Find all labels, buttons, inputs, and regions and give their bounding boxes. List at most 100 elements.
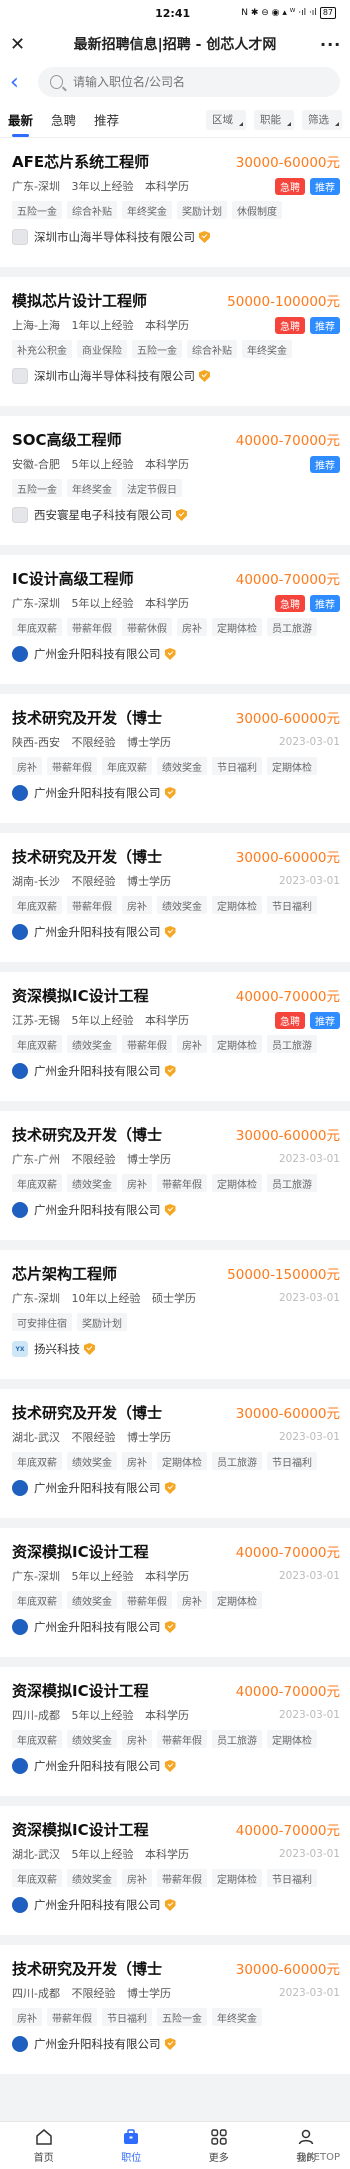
- job-card[interactable]: 芯片架构工程师 50000-150000元 广东-深圳 10年以上经验 硕士学历…: [0, 1250, 350, 1379]
- company-name[interactable]: 广州金升阳科技有限公司: [34, 785, 161, 801]
- benefit-tag: 带薪年假: [157, 1869, 207, 1887]
- job-card[interactable]: AFE芯片系统工程师 30000-60000元 广东-深圳 3年以上经验 本科学…: [0, 138, 350, 267]
- job-location: 上海-上海: [12, 319, 60, 332]
- benefit-tag: 绩效奖金: [67, 1869, 117, 1887]
- job-title[interactable]: AFE芯片系统工程师: [12, 151, 149, 172]
- back-icon[interactable]: ‹: [10, 70, 38, 95]
- job-card[interactable]: SOC高级工程师 40000-70000元 安徽-合肥 5年以上经验 本科学历 …: [0, 416, 350, 545]
- company-row[interactable]: 广州金升阳科技有限公司: [12, 1201, 340, 1219]
- verified-icon: [164, 1065, 176, 1077]
- job-meta: 四川-成都 不限经验 博士学历: [12, 1985, 179, 2001]
- job-card[interactable]: 技术研究及开发（博士 30000-60000元 陕西-西安 不限经验 博士学历 …: [0, 694, 350, 823]
- home-icon: [34, 2127, 54, 2147]
- job-title[interactable]: 模拟芯片设计工程师: [12, 290, 147, 311]
- company-name[interactable]: 广州金升阳科技有限公司: [34, 1480, 161, 1496]
- benefit-tag: 节日福利: [267, 1869, 317, 1887]
- company-row[interactable]: 深圳市山海半导体科技有限公司: [12, 228, 340, 246]
- company-name[interactable]: 广州金升阳科技有限公司: [34, 1202, 161, 1218]
- company-name[interactable]: 广州金升阳科技有限公司: [34, 2036, 161, 2052]
- job-card[interactable]: 技术研究及开发（博士 30000-60000元 湖北-武汉 不限经验 博士学历 …: [0, 1389, 350, 1518]
- job-title[interactable]: 资深模拟IC设计工程: [12, 985, 149, 1006]
- company-row[interactable]: 广州金升阳科技有限公司: [12, 1618, 340, 1636]
- nav-label: 更多: [208, 2153, 229, 2164]
- job-title[interactable]: IC设计高级工程师: [12, 568, 134, 589]
- benefit-tag: 年终奖金: [122, 201, 172, 219]
- close-icon[interactable]: ✕: [10, 34, 30, 55]
- job-card[interactable]: 技术研究及开发（博士 30000-60000元 湖南-长沙 不限经验 博士学历 …: [0, 833, 350, 962]
- job-title[interactable]: 技术研究及开发（博士: [12, 1958, 162, 1979]
- benefit-tags: 年底双薪 绩效奖金 带薪年假 房补 定期体检 员工旅游: [12, 1035, 340, 1053]
- job-title[interactable]: 技术研究及开发（博士: [12, 1402, 162, 1423]
- company-name[interactable]: 广州金升阳科技有限公司: [34, 924, 161, 940]
- company-name[interactable]: 广州金升阳科技有限公司: [34, 1758, 161, 1774]
- tab-bar: 最新 急聘 推荐 区域 职能 筛选: [0, 102, 350, 138]
- job-location: 湖南-长沙: [12, 875, 60, 888]
- benefit-tag: 带薪年假: [122, 1035, 172, 1053]
- job-title[interactable]: 资深模拟IC设计工程: [12, 1541, 149, 1562]
- benefit-tag: 奖励计划: [177, 201, 227, 219]
- benefit-tag: 年终奖金: [212, 2008, 262, 2026]
- company-row[interactable]: 广州金升阳科技有限公司: [12, 1479, 340, 1497]
- status-indicator-icons: N ✱ ⊖ ◉ ▴ ᵂ ·ıl ·ıl: [241, 8, 317, 18]
- benefit-tag: 房补: [122, 1730, 152, 1748]
- company-row[interactable]: 广州金升阳科技有限公司: [12, 2035, 340, 2053]
- company-row[interactable]: 广州金升阳科技有限公司: [12, 1757, 340, 1775]
- benefit-tag: 房补: [177, 1035, 207, 1053]
- recommended-badge: 推荐: [310, 1011, 340, 1029]
- company-row[interactable]: 广州金升阳科技有限公司: [12, 645, 340, 663]
- more-options-icon[interactable]: ···: [320, 35, 340, 54]
- tab-latest[interactable]: 最新: [8, 110, 33, 137]
- search-box[interactable]: [38, 67, 340, 97]
- benefit-tag: 节日福利: [102, 2008, 152, 2026]
- job-card[interactable]: IC设计高级工程师 40000-70000元 广东-深圳 5年以上经验 本科学历…: [0, 555, 350, 684]
- company-name[interactable]: 广州金升阳科技有限公司: [34, 1619, 161, 1635]
- tab-recommended[interactable]: 推荐: [94, 110, 119, 129]
- job-card[interactable]: 资深模拟IC设计工程 40000-70000元 广东-深圳 5年以上经验 本科学…: [0, 1528, 350, 1657]
- post-date: 2023-03-01: [278, 736, 340, 748]
- job-salary: 30000-60000元: [235, 850, 340, 866]
- filter-function[interactable]: 职能: [254, 109, 294, 130]
- nav-jobs[interactable]: 职位: [88, 2122, 176, 2169]
- job-education: 本科学历: [144, 1570, 189, 1583]
- nav-home[interactable]: 首页: [0, 2122, 88, 2169]
- job-card[interactable]: 模拟芯片设计工程师 50000-100000元 上海-上海 1年以上经验 本科学…: [0, 277, 350, 406]
- company-name[interactable]: 西安寰星电子科技有限公司: [34, 507, 172, 523]
- job-list: AFE芯片系统工程师 30000-60000元 广东-深圳 3年以上经验 本科学…: [0, 138, 350, 2074]
- company-row[interactable]: 广州金升阳科技有限公司: [12, 784, 340, 802]
- filter-more[interactable]: 筛选: [302, 109, 342, 130]
- job-title[interactable]: 技术研究及开发（博士: [12, 1124, 162, 1145]
- job-card[interactable]: 技术研究及开发（博士 30000-60000元 四川-成都 不限经验 博士学历 …: [0, 1945, 350, 2074]
- verified-icon: [164, 1899, 176, 1911]
- nav-more[interactable]: 更多: [175, 2122, 263, 2169]
- tab-urgent[interactable]: 急聘: [51, 110, 76, 129]
- company-name[interactable]: 深圳市山海半导体科技有限公司: [34, 368, 195, 384]
- company-row[interactable]: YX 扬兴科技: [12, 1340, 340, 1358]
- company-row[interactable]: 深圳市山海半导体科技有限公司: [12, 367, 340, 385]
- company-row[interactable]: 广州金升阳科技有限公司: [12, 1062, 340, 1080]
- badge-group: 推荐: [310, 455, 340, 473]
- company-name[interactable]: 广州金升阳科技有限公司: [34, 1897, 161, 1913]
- benefit-tag: 定期体检: [212, 1869, 262, 1887]
- company-name[interactable]: 扬兴科技: [34, 1341, 80, 1357]
- job-title[interactable]: 资深模拟IC设计工程: [12, 1680, 149, 1701]
- company-row[interactable]: 西安寰星电子科技有限公司: [12, 506, 340, 524]
- company-name[interactable]: 深圳市山海半导体科技有限公司: [34, 229, 195, 245]
- job-card[interactable]: 资深模拟IC设计工程 40000-70000元 湖北-武汉 5年以上经验 本科学…: [0, 1806, 350, 1935]
- job-title[interactable]: 芯片架构工程师: [12, 1263, 117, 1284]
- company-row[interactable]: 广州金升阳科技有限公司: [12, 1896, 340, 1914]
- job-title[interactable]: 技术研究及开发（博士: [12, 846, 162, 867]
- job-card[interactable]: 资深模拟IC设计工程 40000-70000元 江苏-无锡 5年以上经验 本科学…: [0, 972, 350, 1101]
- benefit-tag: 房补: [12, 757, 42, 775]
- search-input[interactable]: [73, 75, 328, 89]
- company-name[interactable]: 广州金升阳科技有限公司: [34, 1063, 161, 1079]
- job-title[interactable]: 资深模拟IC设计工程: [12, 1819, 149, 1840]
- company-name[interactable]: 广州金升阳科技有限公司: [34, 646, 161, 662]
- job-title[interactable]: 技术研究及开发（博士: [12, 707, 162, 728]
- company-logo-icon: [12, 924, 28, 940]
- job-salary: 30000-60000元: [235, 711, 340, 727]
- job-card[interactable]: 技术研究及开发（博士 30000-60000元 广东-广州 不限经验 博士学历 …: [0, 1111, 350, 1240]
- company-row[interactable]: 广州金升阳科技有限公司: [12, 923, 340, 941]
- job-title[interactable]: SOC高级工程师: [12, 429, 122, 450]
- filter-region[interactable]: 区域: [206, 109, 246, 130]
- job-card[interactable]: 资深模拟IC设计工程 40000-70000元 四川-成都 5年以上经验 本科学…: [0, 1667, 350, 1796]
